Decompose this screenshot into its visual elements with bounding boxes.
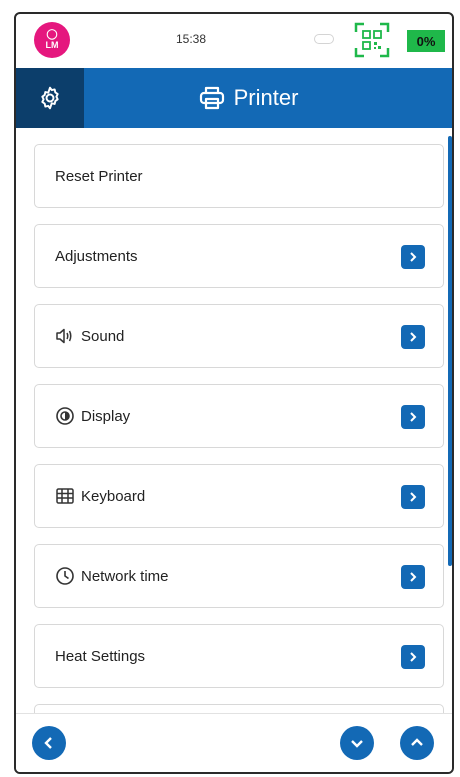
avatar-initials: LM [45, 40, 59, 50]
chevron-right-icon[interactable] [401, 565, 425, 589]
settings-list: Reset Printer Adjustments Sound Display … [16, 128, 452, 718]
chevron-right-icon[interactable] [401, 325, 425, 349]
clock-icon [55, 566, 75, 586]
user-avatar[interactable]: ◯ LM [34, 22, 70, 58]
chevron-right-icon[interactable] [401, 645, 425, 669]
menu-item-keyboard[interactable]: Keyboard [34, 464, 444, 528]
menu-item-heat-settings[interactable]: Heat Settings [34, 624, 444, 688]
scroll-down-button[interactable] [340, 726, 374, 760]
chevron-up-icon [411, 738, 423, 746]
menu-item-network-time[interactable]: Network time [34, 544, 444, 608]
app-header: Printer [16, 68, 452, 128]
chevron-left-icon [44, 737, 52, 749]
menu-item-adjustments[interactable]: Adjustments [34, 224, 444, 288]
brightness-icon [55, 406, 75, 426]
connection-indicator-icon [314, 34, 334, 44]
chevron-right-icon[interactable] [401, 485, 425, 509]
status-bar: ◯ LM 15:38 0% [16, 14, 452, 68]
bottom-navigation [16, 713, 452, 772]
settings-button[interactable] [16, 68, 84, 128]
qr-scan-icon[interactable] [354, 22, 390, 58]
printer-icon [199, 86, 224, 110]
menu-item-label: Heat Settings [55, 647, 146, 665]
menu-item-label: Network time [81, 567, 169, 585]
device-screen: ◯ LM 15:38 0% Printer Reset Printer Adju… [14, 12, 454, 774]
speaker-icon [55, 326, 75, 346]
gear-icon [41, 86, 59, 110]
battery-level: 0% [407, 30, 445, 52]
chevron-down-icon [351, 740, 363, 748]
menu-item-display[interactable]: Display [34, 384, 444, 448]
menu-item-sound[interactable]: Sound [34, 304, 444, 368]
scrollbar[interactable] [448, 136, 452, 566]
page-title: Printer [233, 85, 299, 110]
menu-item-label: Display [81, 407, 131, 425]
menu-item-label: Sound [81, 327, 125, 345]
chevron-right-icon[interactable] [401, 405, 425, 429]
clock-time: 15:38 [176, 32, 207, 46]
back-button[interactable] [32, 726, 66, 760]
chevron-right-icon[interactable] [401, 245, 425, 269]
menu-item-reset-printer[interactable]: Reset Printer [34, 144, 444, 208]
user-head-icon: ◯ [46, 29, 58, 40]
scroll-up-button[interactable] [400, 726, 434, 760]
menu-item-label: Adjustments [55, 247, 138, 265]
menu-item-label: Reset Printer [55, 167, 143, 185]
keyboard-icon [55, 486, 75, 506]
page-title-area: Printer [84, 68, 452, 128]
menu-item-label: Keyboard [81, 487, 146, 505]
